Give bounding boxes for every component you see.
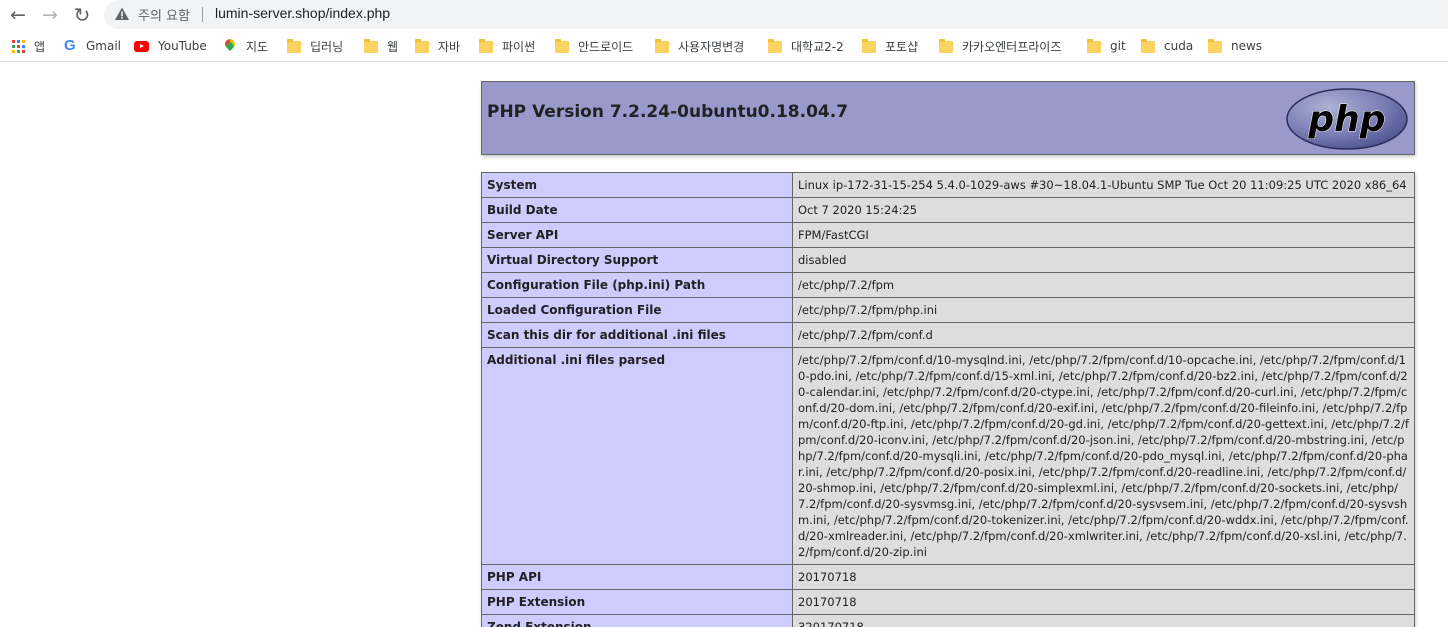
config-key-cell: System — [481, 172, 793, 198]
google-icon: G — [64, 37, 76, 54]
security-warning-label[interactable]: 주의 요함 — [138, 5, 190, 24]
config-key-cell: Server API — [481, 222, 793, 248]
bookmark-folder-deeplearning[interactable]: 딥러닝 — [286, 37, 343, 55]
config-value-cell: disabled — [792, 247, 1415, 273]
reload-icon[interactable]: ↻ — [69, 3, 95, 27]
bookmark-folder-university[interactable]: 대학교2-2 — [767, 37, 844, 55]
bookmark-gmail[interactable]: G Gmail — [62, 37, 121, 55]
bookmark-label: 파이썬 — [502, 39, 536, 54]
folder-icon — [363, 38, 379, 54]
bookmark-apps[interactable]: 앱 — [10, 37, 45, 55]
table-row: Additional .ini files parsed/etc/php/7.2… — [481, 347, 1415, 565]
config-key-cell: Additional .ini files parsed — [481, 347, 793, 565]
table-row: PHP API 20170718 — [481, 564, 1415, 590]
config-value-cell: Oct 7 2020 15:24:25 — [792, 197, 1415, 223]
config-key-cell: Scan this dir for additional .ini files — [481, 322, 793, 348]
bookmark-folder-news[interactable]: news — [1207, 37, 1262, 55]
table-row: Configuration File (php.ini) Path/etc/ph… — [481, 272, 1415, 298]
back-arrow-icon[interactable]: ← — [5, 3, 31, 27]
address-bar[interactable]: 주의 요함 lumin-server.shop/index.php — [104, 0, 1448, 29]
table-row: PHP Extension 20170718 — [481, 589, 1415, 615]
table-row: Build Date Oct 7 2020 15:24:25 — [481, 197, 1415, 223]
bookmark-folder-web[interactable]: 웹 — [363, 37, 398, 55]
maps-icon — [222, 36, 238, 54]
table-row: Zend Extension 320170718 — [481, 614, 1415, 627]
bookmark-label: 안드로이드 — [578, 39, 634, 54]
folder-icon — [1207, 38, 1223, 54]
bookmark-folder-python[interactable]: 파이썬 — [478, 37, 535, 55]
php-logo-text: php — [1307, 99, 1385, 140]
folder-icon — [554, 38, 570, 54]
php-version-title: PHP Version 7.2.24-0ubuntu0.18.04.7 — [487, 102, 849, 122]
bookmark-label: 지도 — [246, 39, 269, 54]
folder-icon — [478, 38, 494, 54]
config-key-cell: Configuration File (php.ini) Path — [481, 272, 793, 298]
bookmark-folder-photoshop[interactable]: 포토샵 — [861, 37, 918, 55]
config-key-cell: PHP API — [481, 564, 793, 590]
forward-arrow-icon[interactable]: → — [37, 3, 63, 27]
config-value-cell: /etc/php/7.2/fpm/conf.d — [792, 322, 1415, 348]
folder-icon — [767, 38, 783, 54]
bookmark-folder-kakao-enterprise[interactable]: 카카오엔터프라이즈 — [938, 37, 1061, 55]
config-value-cell: Linux ip-172-31-15-254 5.4.0-1029-aws #3… — [792, 172, 1415, 198]
phpinfo-header: PHP Version 7.2.24-0ubuntu0.18.04.7 php — [481, 81, 1415, 155]
table-row: System Linux ip-172-31-15-254 5.4.0-1029-… — [481, 172, 1415, 198]
warning-triangle-icon[interactable] — [114, 6, 130, 22]
bookmark-folder-java[interactable]: 자바 — [414, 37, 460, 55]
config-key-cell: Virtual Directory Support — [481, 247, 793, 273]
bookmark-label: YouTube — [158, 39, 207, 53]
bookmark-label: 자바 — [438, 39, 461, 54]
config-key-cell: PHP Extension — [481, 589, 793, 615]
bookmark-label: 포토샵 — [885, 39, 919, 54]
config-value-cell: FPM/FastCGI — [792, 222, 1415, 248]
bookmark-label: 앱 — [34, 39, 46, 54]
url-text[interactable]: lumin-server.shop/index.php — [215, 5, 390, 21]
config-value-cell: 20170718 — [792, 589, 1415, 615]
bookmark-label: cuda — [1164, 39, 1194, 53]
bookmark-folder-cuda[interactable]: cuda — [1140, 37, 1193, 55]
bookmark-label: git — [1110, 39, 1126, 53]
phpinfo-container: PHP Version 7.2.24-0ubuntu0.18.04.7 php … — [481, 81, 1415, 627]
bookmark-label: 사용자명변경 — [678, 39, 745, 54]
bookmark-label: news — [1231, 39, 1263, 53]
page-content: PHP Version 7.2.24-0ubuntu0.18.04.7 php … — [0, 62, 1448, 627]
bookmark-folder-rename-user[interactable]: 사용자명변경 — [654, 37, 744, 55]
bookmark-label: Gmail — [86, 39, 122, 53]
folder-icon — [938, 38, 954, 54]
folder-icon — [654, 38, 670, 54]
bookmark-maps[interactable]: 지도 — [222, 36, 269, 55]
bookmark-folder-android[interactable]: 안드로이드 — [554, 37, 633, 55]
config-value-cell: /etc/php/7.2/fpm/php.ini — [792, 297, 1415, 323]
omnibox-divider — [202, 7, 203, 22]
config-value-cell: /etc/php/7.2/fpm/conf.d/10-mysqlnd.ini, … — [792, 347, 1415, 565]
php-logo-icon: php — [1286, 88, 1408, 150]
config-value-cell: /etc/php/7.2/fpm — [792, 272, 1415, 298]
apps-icon — [10, 38, 26, 54]
folder-icon — [286, 38, 302, 54]
table-row: Scan this dir for additional .ini files /… — [481, 322, 1415, 348]
config-key-cell: Build Date — [481, 197, 793, 223]
browser-toolbar: ← → ↻ 주의 요함 lumin-server.shop/index.php — [0, 0, 1448, 30]
phpinfo-table: System Linux ip-172-31-15-254 5.4.0-1029-… — [481, 172, 1415, 627]
table-row: Server API FPM/FastCGI — [481, 222, 1415, 248]
bookmark-label: 딥러닝 — [310, 39, 344, 54]
config-value-cell: 20170718 — [792, 564, 1415, 590]
bookmark-folder-git[interactable]: git — [1086, 37, 1126, 55]
table-row: Virtual Directory Support disabled — [481, 247, 1415, 273]
bookmarks-bar: 앱 G Gmail YouTube 지도 딥러닝 웹 자바 파이썬 안드로이드 … — [0, 31, 1448, 62]
config-key-cell: Zend Extension — [481, 614, 793, 627]
bookmark-label: 웹 — [387, 39, 399, 54]
folder-icon — [1140, 38, 1156, 54]
bookmark-youtube[interactable]: YouTube — [134, 37, 207, 55]
config-key-cell: Loaded Configuration File — [481, 297, 793, 323]
folder-icon — [1086, 38, 1102, 54]
bookmark-label: 대학교2-2 — [791, 39, 844, 54]
folder-icon — [861, 38, 877, 54]
config-value-cell: 320170718 — [792, 614, 1415, 627]
youtube-icon — [134, 38, 150, 54]
folder-icon — [414, 38, 430, 54]
bookmark-label: 카카오엔터프라이즈 — [962, 39, 1062, 54]
table-row: Loaded Configuration File/etc/php/7.2/fp… — [481, 297, 1415, 323]
